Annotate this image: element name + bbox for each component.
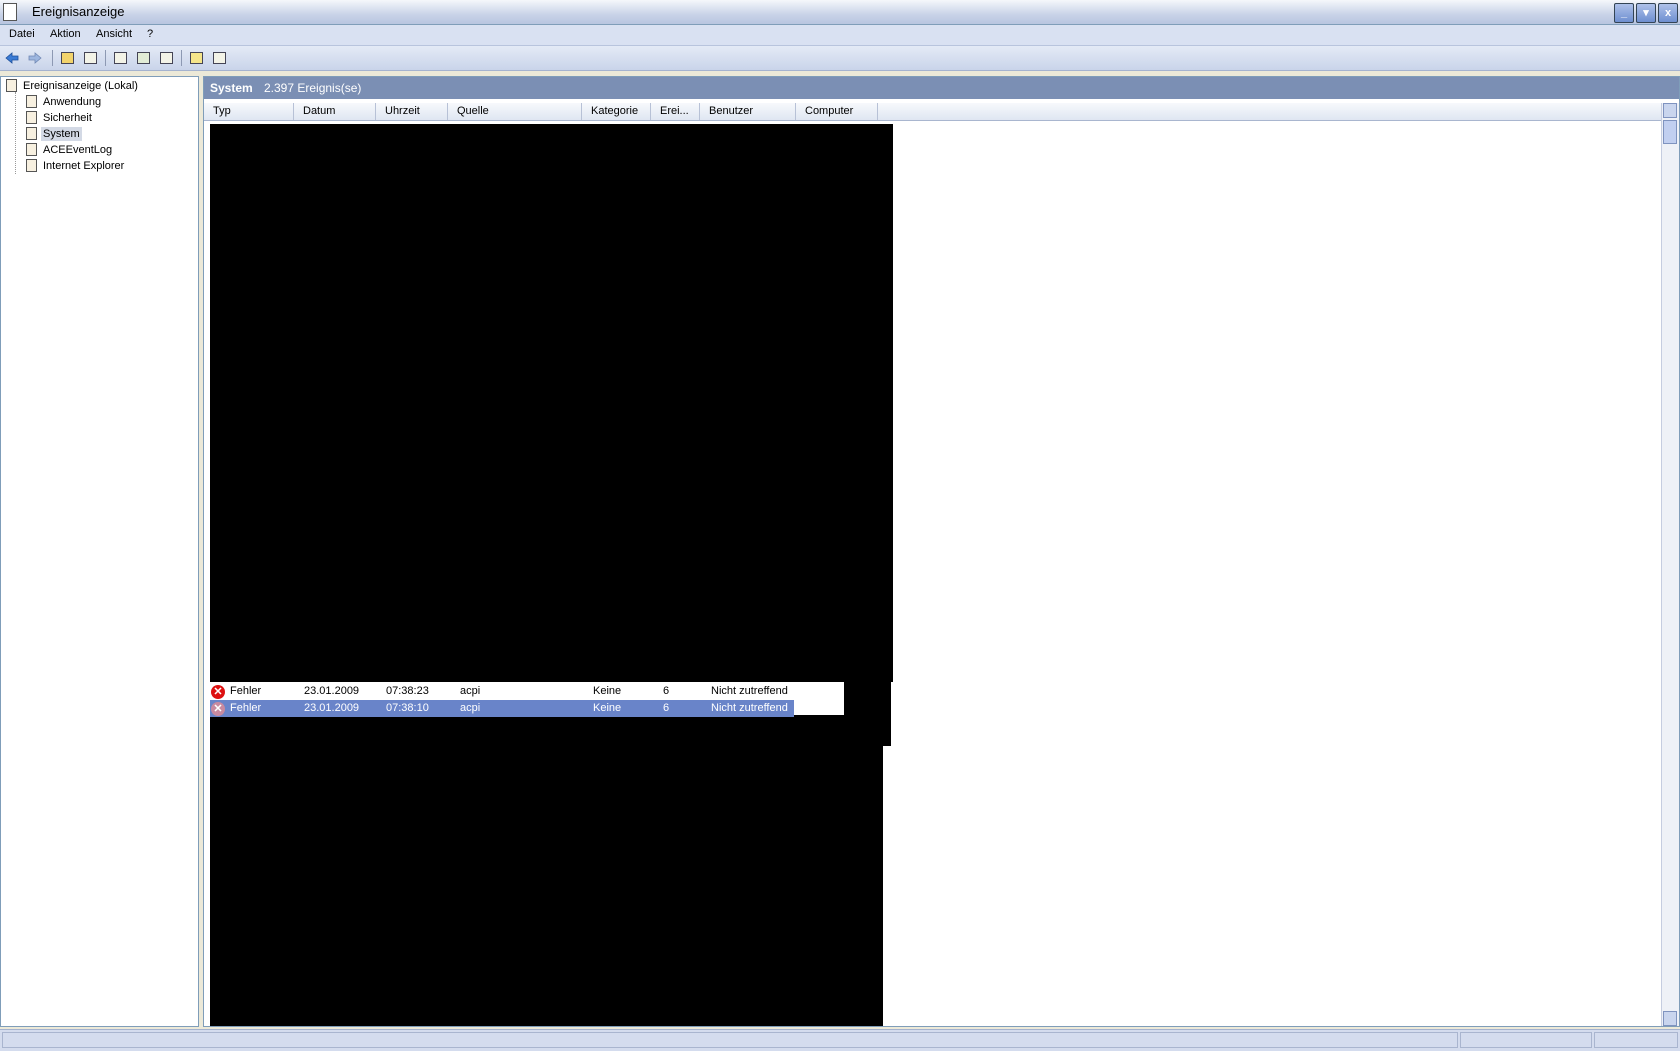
table-row[interactable]: ✕ Fehler 23.01.2009 07:38:23 acpi Keine … bbox=[210, 683, 794, 700]
export-icon bbox=[159, 52, 173, 64]
help-button[interactable] bbox=[187, 49, 205, 67]
column-uhrzeit[interactable]: Uhrzeit bbox=[376, 103, 448, 120]
scroll-thumb[interactable] bbox=[1663, 120, 1677, 144]
window-controls: _ ▾ x bbox=[1614, 3, 1678, 23]
log-icon bbox=[26, 95, 37, 108]
log-icon bbox=[26, 111, 37, 124]
tree-item-sicherheit[interactable]: Sicherheit bbox=[26, 110, 94, 125]
error-icon: ✕ bbox=[211, 685, 225, 699]
column-computer[interactable]: Computer bbox=[796, 103, 878, 120]
close-button[interactable]: x bbox=[1658, 3, 1678, 23]
tree-item-system[interactable]: System bbox=[26, 126, 82, 141]
event-list-pane: System 2.397 Ereignis(se) Typ Datum Uhrz… bbox=[203, 76, 1680, 1027]
up-level-button[interactable] bbox=[58, 49, 76, 67]
event-viewer-app-icon bbox=[3, 3, 17, 21]
window-title: Ereignisanzeige bbox=[32, 4, 125, 19]
pane-title: System bbox=[210, 81, 253, 95]
column-quelle[interactable]: Quelle bbox=[448, 103, 582, 120]
toolbar-separator bbox=[181, 50, 182, 66]
menu-aktion[interactable]: Aktion bbox=[50, 28, 81, 40]
tree-root[interactable]: Ereignisanzeige (Lokal) bbox=[6, 78, 140, 93]
restore-button[interactable]: ▾ bbox=[1636, 3, 1656, 23]
refresh-button[interactable] bbox=[134, 49, 152, 67]
toolbar bbox=[0, 46, 1680, 71]
menu-bar: Datei Aktion Ansicht ? bbox=[0, 25, 1680, 46]
minimize-button[interactable]: _ bbox=[1614, 3, 1634, 23]
pane-header: System 2.397 Ereignis(se) bbox=[204, 77, 1679, 99]
menu-help[interactable]: ? bbox=[147, 28, 153, 40]
column-typ[interactable]: Typ bbox=[204, 103, 294, 120]
tree-item-internet-explorer[interactable]: Internet Explorer bbox=[26, 158, 126, 173]
column-header: Typ Datum Uhrzeit Quelle Kategorie Erei.… bbox=[204, 103, 1661, 121]
column-kategorie[interactable]: Kategorie bbox=[582, 103, 651, 120]
export-list-button[interactable] bbox=[157, 49, 175, 67]
menu-ansicht[interactable]: Ansicht bbox=[96, 28, 132, 40]
column-datum[interactable]: Datum bbox=[294, 103, 376, 120]
status-pane bbox=[1594, 1032, 1678, 1048]
description-pane-icon bbox=[212, 52, 226, 64]
tree-line bbox=[15, 92, 16, 174]
folder-up-icon bbox=[60, 52, 74, 64]
tree-item-anwendung[interactable]: Anwendung bbox=[26, 94, 103, 109]
scroll-down-arrow[interactable] bbox=[1663, 1011, 1677, 1026]
menu-datei[interactable]: Datei bbox=[9, 28, 35, 40]
toolbar-separator bbox=[105, 50, 106, 66]
vertical-scrollbar[interactable] bbox=[1661, 103, 1679, 1026]
show-hide-tree-button[interactable] bbox=[81, 49, 99, 67]
properties-button[interactable] bbox=[111, 49, 129, 67]
log-icon bbox=[26, 143, 37, 156]
toolbar-separator bbox=[52, 50, 53, 66]
scroll-up-arrow[interactable] bbox=[1663, 103, 1677, 118]
refresh-icon bbox=[136, 52, 150, 64]
redacted-area bbox=[210, 124, 893, 682]
back-arrow-icon bbox=[5, 52, 19, 64]
help-icon bbox=[189, 52, 203, 64]
event-count: 2.397 Ereignis(se) bbox=[264, 81, 362, 95]
status-pane bbox=[2, 1032, 1458, 1048]
show-description-button[interactable] bbox=[210, 49, 228, 67]
title-bar: Ereignisanzeige _ ▾ x bbox=[0, 0, 1680, 25]
event-viewer-icon bbox=[6, 79, 17, 92]
back-button[interactable] bbox=[3, 49, 21, 67]
log-icon bbox=[26, 127, 37, 140]
properties-icon bbox=[113, 52, 127, 64]
forward-button[interactable] bbox=[26, 49, 44, 67]
status-pane bbox=[1460, 1032, 1592, 1048]
console-tree: Ereignisanzeige (Lokal) Anwendung Sicher… bbox=[0, 76, 199, 1027]
console-tree-icon bbox=[83, 52, 97, 64]
error-icon: ✕ bbox=[211, 702, 225, 716]
table-row-selected[interactable]: ✕ Fehler 23.01.2009 07:38:10 acpi Keine … bbox=[210, 700, 794, 717]
status-bar bbox=[0, 1029, 1680, 1051]
tree-item-aceeventlog[interactable]: ACEEventLog bbox=[26, 142, 114, 157]
column-ereignis[interactable]: Erei... bbox=[651, 103, 700, 120]
column-benutzer[interactable]: Benutzer bbox=[700, 103, 796, 120]
forward-arrow-icon bbox=[28, 52, 42, 64]
log-icon bbox=[26, 159, 37, 172]
redacted-area bbox=[210, 715, 883, 1026]
